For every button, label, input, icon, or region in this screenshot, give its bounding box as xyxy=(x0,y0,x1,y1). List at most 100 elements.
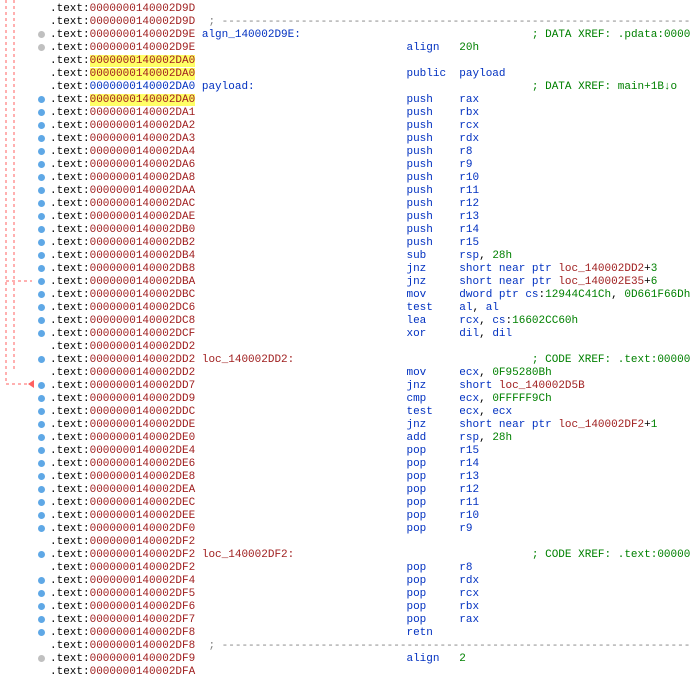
disasm-line[interactable]: .text:0000000140002DD9 cmp ecx, 0FFFFF9C… xyxy=(0,392,690,405)
disasm-line[interactable]: .text:0000000140002DF0 pop r9 xyxy=(0,522,690,535)
code-label[interactable]: loc_140002DF2: xyxy=(202,549,294,561)
code-label[interactable]: algn_140002D9E: xyxy=(202,29,301,41)
breakpoint-dot[interactable] xyxy=(38,408,45,415)
address[interactable]: 0000000140002DA8 xyxy=(90,172,196,184)
address[interactable]: 0000000140002DFA xyxy=(90,666,196,678)
breakpoint-dot[interactable] xyxy=(38,226,45,233)
breakpoint-dot[interactable] xyxy=(38,200,45,207)
address[interactable]: 0000000140002DEC xyxy=(90,497,196,509)
disasm-line[interactable]: .text:0000000140002DA0 push rax xyxy=(0,93,690,106)
breakpoint-dot[interactable] xyxy=(38,395,45,402)
breakpoint-dot[interactable] xyxy=(38,174,45,181)
address[interactable]: 0000000140002DDC xyxy=(90,406,196,418)
address[interactable]: 0000000140002DB0 xyxy=(90,224,196,236)
breakpoint-dot[interactable] xyxy=(38,187,45,194)
disasm-line[interactable]: .text:0000000140002DA2 push rcx xyxy=(0,119,690,132)
disasm-line[interactable]: .text:0000000140002DD2 xyxy=(0,340,690,353)
disasm-line[interactable]: .text:0000000140002DD2 loc_140002DD2: ; … xyxy=(0,353,690,366)
address[interactable]: 0000000140002DE0 xyxy=(90,432,196,444)
breakpoint-dot[interactable] xyxy=(38,512,45,519)
breakpoint-dot[interactable] xyxy=(38,161,45,168)
disasm-line[interactable]: .text:0000000140002DF9 align 2 xyxy=(0,652,690,665)
disasm-line[interactable]: .text:0000000140002DA6 push r9 xyxy=(0,158,690,171)
operand[interactable]: loc_140002E35 xyxy=(558,276,644,288)
disasm-line[interactable]: .text:0000000140002DA8 push r10 xyxy=(0,171,690,184)
breakpoint-dot[interactable] xyxy=(38,265,45,272)
address[interactable]: 0000000140002DEA xyxy=(90,484,196,496)
breakpoint-dot[interactable] xyxy=(38,31,45,38)
operand[interactable]: short near ptr xyxy=(459,419,558,431)
breakpoint-dot[interactable] xyxy=(38,239,45,246)
disasm-line[interactable]: .text:0000000140002DE4 pop r15 xyxy=(0,444,690,457)
disasm-line[interactable]: .text:0000000140002DDE jnz short near pt… xyxy=(0,418,690,431)
disassembly-view[interactable]: .text:0000000140002D9D .text:00000001400… xyxy=(0,0,690,680)
breakpoint-dot[interactable] xyxy=(38,629,45,636)
breakpoint-dot[interactable] xyxy=(38,577,45,584)
disasm-line[interactable]: .text:0000000140002DAE push r13 xyxy=(0,210,690,223)
xref-comment[interactable]: ; CODE XREF: .text:0000000140002DB8↑j xyxy=(532,354,690,366)
breakpoint-dot[interactable] xyxy=(38,382,45,389)
disasm-line[interactable]: .text:0000000140002DE8 pop r13 xyxy=(0,470,690,483)
address[interactable]: 0000000140002DA4 xyxy=(90,146,196,158)
address[interactable]: 0000000140002DE4 xyxy=(90,445,196,457)
address[interactable]: 0000000140002DCF xyxy=(90,328,196,340)
address[interactable]: 0000000140002D9D xyxy=(90,16,196,28)
disasm-line[interactable]: .text:0000000140002DA0 xyxy=(0,54,690,67)
code-label[interactable]: payload: xyxy=(202,81,255,93)
address[interactable]: 0000000140002DB4 xyxy=(90,250,196,262)
address[interactable]: 0000000140002DA6 xyxy=(90,159,196,171)
breakpoint-dot[interactable] xyxy=(38,317,45,324)
breakpoint-dot[interactable] xyxy=(38,213,45,220)
address[interactable]: 0000000140002DF2 xyxy=(90,549,196,561)
disasm-line[interactable]: .text:0000000140002DD7 jnz short loc_140… xyxy=(0,379,690,392)
breakpoint-dot[interactable] xyxy=(38,148,45,155)
disasm-line[interactable]: .text:0000000140002D9E algn_140002D9E: ;… xyxy=(0,28,690,41)
breakpoint-dot[interactable] xyxy=(38,122,45,129)
breakpoint-dot[interactable] xyxy=(38,356,45,363)
disasm-line[interactable]: .text:0000000140002DE0 add rsp, 28h xyxy=(0,431,690,444)
address[interactable]: 0000000140002DD2 xyxy=(90,367,196,379)
disasm-line[interactable]: .text:0000000140002DA0 payload: ; DATA X… xyxy=(0,80,690,93)
address[interactable]: 0000000140002DA0 xyxy=(90,68,196,80)
disasm-line[interactable]: .text:0000000140002DF2 loc_140002DF2: ; … xyxy=(0,548,690,561)
address[interactable]: 0000000140002DD9 xyxy=(90,393,196,405)
address[interactable]: 0000000140002DA0 xyxy=(90,94,196,106)
disasm-line[interactable]: .text:0000000140002DA4 push r8 xyxy=(0,145,690,158)
breakpoint-dot[interactable] xyxy=(38,499,45,506)
disasm-line[interactable]: .text:0000000140002DF7 pop rax xyxy=(0,613,690,626)
xref-comment[interactable]: ; CODE XREF: .text:0000000140002DDE↑j xyxy=(532,549,690,561)
address[interactable]: 0000000140002DF7 xyxy=(90,614,196,626)
disasm-line[interactable]: .text:0000000140002DA3 push rdx xyxy=(0,132,690,145)
breakpoint-dot[interactable] xyxy=(38,616,45,623)
breakpoint-dot[interactable] xyxy=(38,434,45,441)
address[interactable]: 0000000140002DE6 xyxy=(90,458,196,470)
disasm-line[interactable]: .text:0000000140002DC8 lea rcx, cs:16602… xyxy=(0,314,690,327)
disasm-line[interactable]: .text:0000000140002DB4 sub rsp, 28h xyxy=(0,249,690,262)
disasm-line[interactable]: .text:0000000140002DF8 ; ---------------… xyxy=(0,639,690,652)
breakpoint-dot[interactable] xyxy=(38,44,45,51)
address[interactable]: 0000000140002DC8 xyxy=(90,315,196,327)
address[interactable]: 0000000140002DF8 xyxy=(90,640,196,652)
disasm-line[interactable]: .text:0000000140002DF2 pop r8 xyxy=(0,561,690,574)
disasm-line[interactable]: .text:0000000140002DE6 pop r14 xyxy=(0,457,690,470)
address[interactable]: 0000000140002DF4 xyxy=(90,575,196,587)
disasm-line[interactable]: .text:0000000140002DEC pop r11 xyxy=(0,496,690,509)
breakpoint-dot[interactable] xyxy=(38,96,45,103)
address[interactable]: 0000000140002DF0 xyxy=(90,523,196,535)
disasm-line[interactable]: .text:0000000140002DEA pop r12 xyxy=(0,483,690,496)
disasm-line[interactable]: .text:0000000140002D9E align 20h xyxy=(0,41,690,54)
breakpoint-dot[interactable] xyxy=(38,551,45,558)
disasm-line[interactable]: .text:0000000140002DA1 push rbx xyxy=(0,106,690,119)
breakpoint-dot[interactable] xyxy=(38,525,45,532)
address[interactable]: 0000000140002DB8 xyxy=(90,263,196,275)
address[interactable]: 0000000140002DAC xyxy=(90,198,196,210)
disasm-line[interactable]: .text:0000000140002DB2 push r15 xyxy=(0,236,690,249)
disasm-line[interactable]: .text:0000000140002DEE pop r10 xyxy=(0,509,690,522)
operand[interactable]: short near ptr xyxy=(459,263,558,275)
disasm-line[interactable]: .text:0000000140002DF5 pop rcx xyxy=(0,587,690,600)
address[interactable]: 0000000140002DA2 xyxy=(90,120,196,132)
address[interactable]: 0000000140002DF2 xyxy=(90,536,196,548)
breakpoint-dot[interactable] xyxy=(38,590,45,597)
breakpoint-dot[interactable] xyxy=(38,421,45,428)
disasm-line[interactable]: .text:0000000140002D9D xyxy=(0,2,690,15)
